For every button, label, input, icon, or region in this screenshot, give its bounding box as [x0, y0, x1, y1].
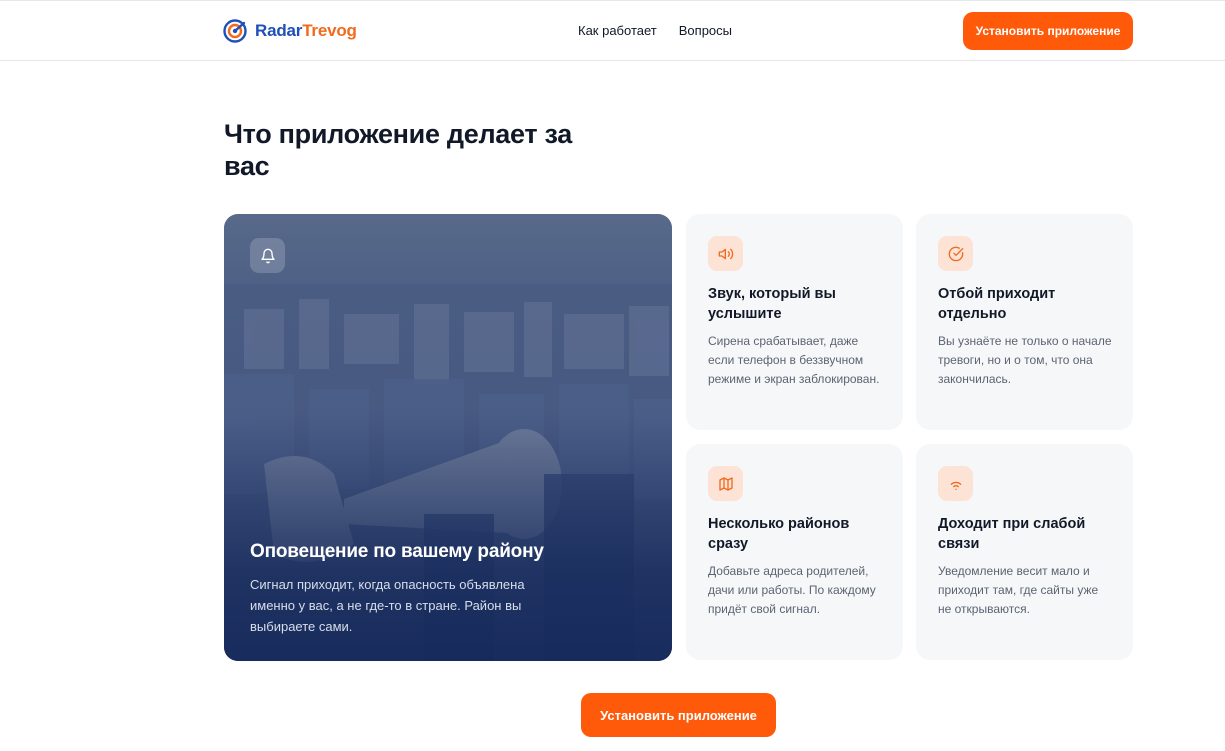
- hero-card-text: Сигнал приходит, когда опасность объявле…: [250, 577, 525, 634]
- logo-text-radar: Radar: [255, 21, 303, 40]
- bell-icon: [260, 248, 275, 263]
- feature-card-weak-signal: Доходит при слабой связи Уведомление вес…: [916, 444, 1133, 660]
- feature-card-title: Несколько районов сразу: [708, 516, 850, 552]
- hero-card-title: Оповещение по вашему району: [250, 541, 544, 562]
- install-app-button[interactable]: Установить приложение: [581, 693, 776, 737]
- section-title: Что приложение делает за вас: [224, 119, 572, 181]
- nav-link-faq[interactable]: Вопросы: [679, 21, 732, 41]
- feature-card-title: Отбой приходит отдельно: [938, 286, 1056, 322]
- logo-text: RadarTrevog: [255, 21, 357, 41]
- feature-card-multiple-districts: Несколько районов сразу Добавьте адреса …: [686, 444, 903, 660]
- main-nav: Как работает Вопросы: [578, 21, 732, 41]
- feature-card-all-clear: Отбой приходит отдельно Вы узнаёте не то…: [916, 214, 1133, 430]
- hero-card: Оповещение по вашему району Сигнал прихо…: [224, 214, 672, 661]
- wifi-icon: [950, 481, 961, 490]
- feature-card-text: Сирена срабатывает, даже если телефон в …: [708, 334, 880, 386]
- feature-card-text: Уведомление весит мало и приходит там, г…: [938, 564, 1099, 616]
- logo[interactable]: RadarTrevog: [223, 19, 357, 43]
- radar-logo-icon: [223, 19, 247, 43]
- feature-card-text: Добавьте адреса родителей, дачи или рабо…: [708, 564, 876, 616]
- logo-text-trevog: Trevog: [302, 21, 357, 40]
- header-install-button[interactable]: Установить приложение: [963, 12, 1133, 50]
- feature-card-title: Доходит при слабой связи: [938, 516, 1086, 552]
- bell-icon-badge: [250, 238, 285, 273]
- feature-card-text: Вы узнаёте не только о начале тревоги, н…: [938, 334, 1112, 386]
- map-icon: [718, 476, 733, 491]
- feature-icon-badge: [708, 466, 743, 501]
- feature-icon-badge: [938, 466, 973, 501]
- feature-icon-badge: [708, 236, 743, 271]
- feature-card-title: Звук, который вы услышите: [708, 286, 836, 322]
- feature-card-sound: Звук, который вы услышите Сирена срабаты…: [686, 214, 903, 430]
- nav-link-how-it-works[interactable]: Как работает: [578, 21, 657, 41]
- check-circle-icon: [948, 246, 963, 261]
- site-header: RadarTrevog Как работает Вопросы Установ…: [0, 1, 1225, 61]
- feature-icon-badge: [938, 236, 973, 271]
- speaker-icon: [718, 248, 733, 259]
